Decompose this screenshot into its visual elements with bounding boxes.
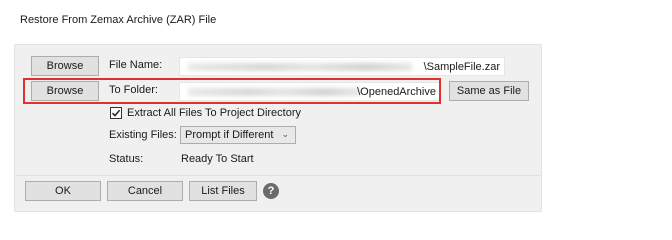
status-value: Ready To Start (181, 153, 254, 165)
existing-files-label: Existing Files: (109, 129, 177, 141)
to-folder-value: \OpenedArchive (357, 85, 436, 98)
existing-files-value: Prompt if Different (185, 129, 274, 141)
file-name-value: \SampleFile.zar (423, 60, 500, 73)
ok-button[interactable]: OK (25, 181, 101, 201)
dialog-title: Restore From Zemax Archive (ZAR) File (20, 14, 217, 26)
cancel-button[interactable]: Cancel (107, 181, 183, 201)
footer-separator (15, 175, 541, 176)
redacted-path (188, 63, 412, 71)
file-name-field[interactable]: \SampleFile.zar (179, 57, 505, 76)
extract-checkbox[interactable] (110, 107, 122, 119)
status-label: Status: (109, 153, 144, 165)
same-as-file-button[interactable]: Same as File (449, 81, 529, 101)
browse-folder-button[interactable]: Browse (31, 81, 99, 101)
chevron-down-icon: ⌄ (281, 129, 289, 139)
browse-file-button[interactable]: Browse (31, 56, 99, 76)
dialog-panel: Browse File Name: \SampleFile.zar Browse… (14, 44, 542, 212)
file-name-label: File Name: (109, 59, 163, 71)
list-files-button[interactable]: List Files (189, 181, 257, 201)
redacted-path (188, 88, 360, 96)
to-folder-label: To Folder: (109, 84, 158, 96)
extract-label: Extract All Files To Project Directory (127, 107, 302, 119)
existing-files-select[interactable]: Prompt if Different ⌄ (180, 126, 296, 144)
check-icon (111, 109, 121, 117)
help-icon[interactable]: ? (263, 183, 279, 199)
to-folder-field[interactable]: \OpenedArchive (179, 82, 441, 101)
